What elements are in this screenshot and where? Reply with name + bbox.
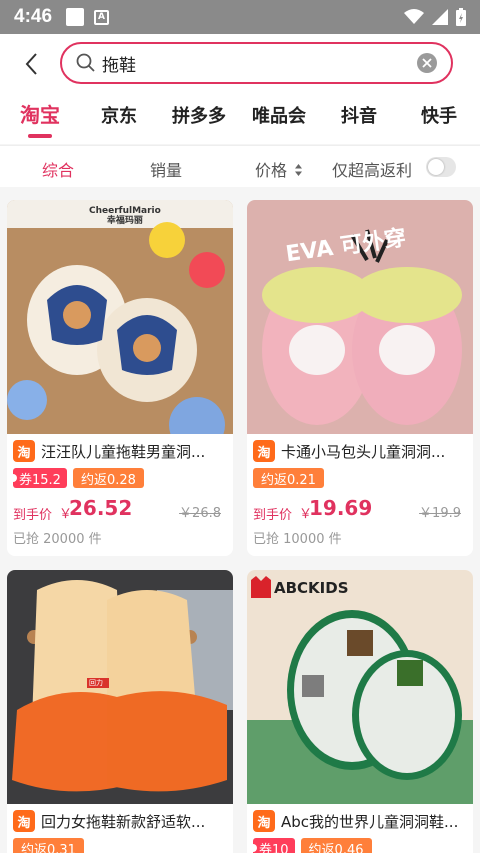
product-image[interactable]: ABCKIDS <box>247 570 473 804</box>
sold-count: 已抢 10000 件 <box>253 532 342 547</box>
back-button[interactable] <box>16 48 48 80</box>
close-icon <box>422 58 432 68</box>
battery-icon <box>456 8 466 26</box>
sort-sales[interactable]: 销量 <box>150 157 182 181</box>
image-brand-text: ABCKIDS <box>274 579 349 597</box>
back-arrow-icon <box>25 53 37 75</box>
product-title: 回力女拖鞋新款舒适软... <box>41 812 206 831</box>
final-price: 26.52 <box>69 496 133 520</box>
product-tags: 约返0.21 <box>253 468 324 490</box>
notification-icon <box>66 8 85 26</box>
tab-douyin[interactable]: 抖音 <box>341 102 377 128</box>
coupon-badge: 券15.2 <box>9 468 67 488</box>
wifi-icon <box>404 9 424 24</box>
search-input[interactable]: 拖鞋 <box>60 42 453 84</box>
product-image[interactable]: 回力 <box>7 570 233 804</box>
price-row: 到手价 ￥ 19.69 ￥19.9 <box>253 496 467 524</box>
search-query: 拖鞋 <box>102 55 136 76</box>
rebate-badge: 约返0.21 <box>253 468 324 488</box>
product-title-row: 淘 回力女拖鞋新款舒适软... <box>13 810 227 832</box>
sort-price[interactable]: 价格 <box>255 157 303 181</box>
rebate-badge: 约返0.28 <box>72 468 144 488</box>
product-title: 汪汪队儿童拖鞋男童洞... <box>41 442 206 461</box>
app-notification-icon: A <box>94 9 110 25</box>
product-title-row: 淘 卡通小马包头儿童洞洞... <box>253 440 467 462</box>
product-title: Abc我的世界儿童洞洞鞋... <box>281 812 459 831</box>
product-image[interactable]: EVA 可外穿 <box>247 200 473 434</box>
product-card[interactable]: CheerfulMario 幸福玛丽 淘 汪汪队儿童拖鞋男童洞... 券15.2… <box>7 200 233 556</box>
toggle-knob <box>428 159 444 175</box>
product-card[interactable]: ABCKIDS 淘 Abc我的世界儿童洞洞鞋... 券10 约返0.46 <box>247 570 473 853</box>
final-price: 19.69 <box>309 496 373 520</box>
platform-tabs: 淘宝 京东 拼多多 唯品会 抖音 快手 <box>0 94 480 144</box>
price-row: 到手价 ￥ 26.52 ￥26.8 <box>13 496 227 524</box>
product-title-row: 淘 Abc我的世界儿童洞洞鞋... <box>253 810 467 832</box>
product-tags: 券15.2 约返0.28 <box>9 468 144 490</box>
original-price: ￥26.8 <box>179 506 221 521</box>
product-card[interactable]: 回力 淘 回力女拖鞋新款舒适软... 约返0.31 <box>7 570 233 853</box>
product-tags: 券10 约返0.46 <box>249 838 372 853</box>
rebate-badge: 约返0.46 <box>300 838 372 853</box>
high-rebate-toggle[interactable] <box>426 157 456 177</box>
sort-comprehensive[interactable]: 综合 <box>42 157 74 181</box>
sort-bar: 综合 销量 价格 仅超高返利 <box>0 145 480 187</box>
coupon-badge: 券10 <box>249 838 295 853</box>
tab-taobao[interactable]: 淘宝 <box>20 99 60 128</box>
final-price-label: 到手价 <box>253 508 293 523</box>
brand-cat-icon <box>251 576 271 598</box>
signal-icon <box>432 9 448 25</box>
product-title-row: 淘 汪汪队儿童拖鞋男童洞... <box>13 440 227 462</box>
clear-search-button[interactable] <box>417 53 437 73</box>
product-title: 卡通小马包头儿童洞洞... <box>281 442 446 461</box>
tab-kuaishou[interactable]: 快手 <box>421 102 457 128</box>
taobao-icon: 淘 <box>13 810 35 832</box>
image-brand-text: CheerfulMario 幸福玛丽 <box>89 206 161 226</box>
rebate-badge: 约返0.31 <box>13 838 84 853</box>
product-image[interactable]: CheerfulMario 幸福玛丽 <box>7 200 233 434</box>
active-tab-indicator <box>28 134 52 138</box>
search-icon <box>76 53 95 72</box>
high-rebate-label: 仅超高返利 <box>332 161 413 180</box>
tab-pinduoduo[interactable]: 拼多多 <box>172 102 226 128</box>
product-card[interactable]: EVA 可外穿 淘 卡通小马包头儿童洞洞... 约返0.21 到手价 ￥ 19.… <box>247 200 473 556</box>
original-price: ￥19.9 <box>419 506 461 521</box>
status-bar: 4:46 A <box>0 0 480 34</box>
sold-count: 已抢 20000 件 <box>13 532 102 547</box>
tab-jd[interactable]: 京东 <box>101 102 137 128</box>
image-logo-text: 回力 <box>89 679 103 687</box>
taobao-icon: 淘 <box>253 810 275 832</box>
taobao-icon: 淘 <box>253 440 275 462</box>
tab-vip[interactable]: 唯品会 <box>252 102 306 128</box>
product-tags: 约返0.31 <box>13 838 84 853</box>
search-header: 拖鞋 淘宝 京东 拼多多 唯品会 抖音 快手 <box>0 34 480 144</box>
final-price-label: 到手价 <box>13 508 53 523</box>
status-time: 4:46 <box>14 6 53 27</box>
taobao-icon: 淘 <box>13 440 35 462</box>
sort-arrows-icon <box>295 164 303 176</box>
